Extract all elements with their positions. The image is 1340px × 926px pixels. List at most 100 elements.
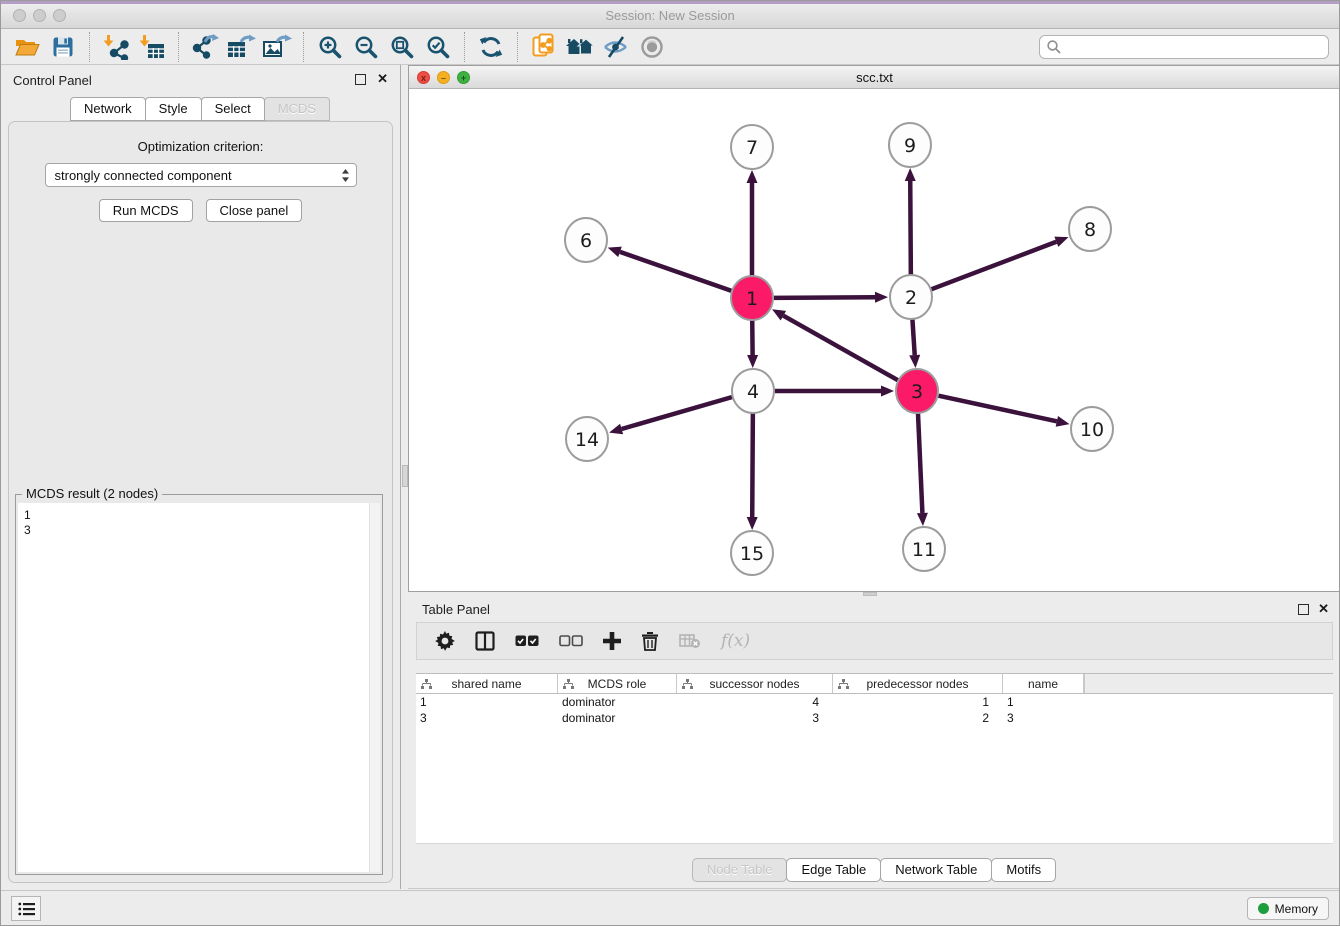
graph-edge-4-14[interactable]	[609, 397, 732, 434]
result-scrollbar[interactable]	[369, 503, 380, 872]
function-builder-button[interactable]: f(x)	[721, 627, 750, 655]
tab-network-table[interactable]: Network Table	[880, 858, 992, 882]
column-header-mcds-role[interactable]: MCDS role	[558, 674, 677, 693]
delete-column-button[interactable]	[641, 627, 659, 655]
zoom-in-button[interactable]	[312, 32, 348, 62]
graph-edge-2-8[interactable]	[932, 237, 1069, 290]
cell-shared-name[interactable]: 3	[416, 710, 558, 726]
deselect-all-button[interactable]	[559, 627, 583, 655]
graph-node-4[interactable]: 4	[732, 369, 774, 413]
toolbar-separator	[517, 32, 518, 62]
column-header-successor-nodes[interactable]: successor nodes	[677, 674, 833, 693]
close-panel-icon[interactable]: ✕	[1318, 601, 1329, 617]
tab-style[interactable]: Style	[145, 97, 202, 121]
optimization-criterion-label: Optimization criterion:	[9, 139, 392, 154]
mcds-buttons-row: Run MCDS Close panel	[9, 199, 392, 222]
table-row[interactable]: 1 dominator 4 1 1	[416, 694, 1333, 710]
zoom-fit-button[interactable]	[384, 32, 420, 62]
zoom-out-button[interactable]	[348, 32, 384, 62]
graph-node-6[interactable]: 6	[565, 218, 607, 262]
graph-edge-2-3[interactable]	[909, 319, 920, 368]
float-panel-icon[interactable]	[355, 74, 366, 85]
cell-mcds-role[interactable]: dominator	[558, 710, 677, 726]
table-toolbar: f(x)	[416, 622, 1333, 660]
cell-successor-nodes[interactable]: 4	[677, 694, 833, 710]
zoom-in-icon	[318, 35, 342, 59]
graph-node-3[interactable]: 3	[896, 369, 938, 413]
refresh-icon	[479, 35, 503, 59]
graph-node-8[interactable]: 8	[1069, 207, 1111, 251]
mcds-result-textarea[interactable]: 1 3	[18, 503, 380, 872]
zoom-selected-button[interactable]	[420, 32, 456, 62]
graph-node-2[interactable]: 2	[890, 275, 932, 319]
graph-edge-4-15[interactable]	[747, 413, 758, 530]
import-network-button[interactable]	[98, 32, 134, 62]
graph-edge-3-10[interactable]	[938, 396, 1069, 427]
graph-edge-2-9[interactable]	[905, 168, 916, 275]
tab-motifs[interactable]: Motifs	[991, 858, 1056, 882]
column-header-name[interactable]: name	[1003, 674, 1084, 693]
graph-node-7[interactable]: 7	[731, 125, 773, 169]
run-mcds-button[interactable]: Run MCDS	[99, 199, 193, 222]
network-graph[interactable]: 7 9 6 8 1 2 4 3 14 10 15 11	[409, 89, 1340, 591]
table-row[interactable]: 3 dominator 3 2 3	[416, 710, 1333, 726]
add-column-button[interactable]	[603, 627, 621, 655]
close-panel-button[interactable]: Close panel	[206, 199, 303, 222]
tab-edge-table[interactable]: Edge Table	[786, 858, 881, 882]
network-window-titlebar[interactable]: x – + scc.txt	[409, 66, 1340, 89]
column-header-shared-name[interactable]: shared name	[416, 674, 558, 693]
open-session-button[interactable]	[9, 32, 45, 62]
graph-node-1[interactable]: 1	[731, 276, 773, 320]
tab-node-table[interactable]: Node Table	[692, 858, 788, 882]
graph-edge-3-11[interactable]	[917, 413, 928, 526]
select-all-button[interactable]	[515, 627, 539, 655]
export-image-button[interactable]	[259, 32, 295, 62]
search-input[interactable]	[1062, 37, 1328, 57]
cell-successor-nodes[interactable]: 3	[677, 710, 833, 726]
column-label: shared name	[451, 677, 521, 691]
graph-edge-3-1[interactable]	[772, 309, 898, 380]
memory-button[interactable]: Memory	[1247, 897, 1329, 920]
tab-mcds[interactable]: MCDS	[264, 97, 330, 121]
export-table-button[interactable]	[223, 32, 259, 62]
cell-name[interactable]: 3	[1003, 710, 1084, 726]
main-toolbar	[1, 29, 1339, 65]
cell-shared-name[interactable]: 1	[416, 694, 558, 710]
graph-node-15[interactable]: 15	[731, 531, 773, 575]
toolbar-separator	[464, 32, 465, 62]
tab-network[interactable]: Network	[70, 97, 146, 121]
node-label: 8	[1084, 219, 1096, 241]
task-history-button[interactable]	[11, 896, 41, 921]
graph-edge-1-6[interactable]	[608, 247, 732, 291]
optimization-criterion-select[interactable]: strongly connected component	[45, 163, 357, 187]
graph-node-10[interactable]: 10	[1071, 407, 1113, 451]
cell-name[interactable]: 1	[1003, 694, 1084, 710]
show-graphics-details-button[interactable]	[634, 32, 670, 62]
graph-node-11[interactable]: 11	[903, 527, 945, 571]
column-header-predecessor-nodes[interactable]: predecessor nodes	[833, 674, 1003, 693]
close-panel-icon[interactable]: ✕	[377, 71, 388, 87]
cell-mcds-role[interactable]: dominator	[558, 694, 677, 710]
float-panel-icon[interactable]	[1298, 604, 1309, 615]
graph-edge-1-7[interactable]	[747, 170, 758, 276]
graph-node-9[interactable]: 9	[889, 123, 931, 167]
export-network-button[interactable]	[187, 32, 223, 62]
show-column-button[interactable]	[475, 627, 495, 655]
graph-edge-1-4[interactable]	[747, 320, 758, 368]
graph-edge-4-3[interactable]	[775, 386, 894, 397]
cell-predecessor-nodes[interactable]: 1	[833, 694, 1003, 710]
graph-node-14[interactable]: 14	[566, 417, 608, 461]
refresh-button[interactable]	[473, 32, 509, 62]
graph-edge-1-2[interactable]	[774, 292, 888, 303]
cell-predecessor-nodes[interactable]: 2	[833, 710, 1003, 726]
delete-table-button[interactable]	[679, 627, 701, 655]
tab-select[interactable]: Select	[201, 97, 265, 121]
hide-selected-button[interactable]	[598, 32, 634, 62]
checked-boxes-icon	[515, 635, 539, 647]
table-settings-button[interactable]	[435, 627, 455, 655]
network-canvas[interactable]: 7 9 6 8 1 2 4 3 14 10 15 11	[409, 89, 1340, 591]
clone-network-button[interactable]	[526, 32, 562, 62]
show-all-button[interactable]	[562, 32, 598, 62]
import-table-button[interactable]	[134, 32, 170, 62]
save-session-button[interactable]	[45, 32, 81, 62]
